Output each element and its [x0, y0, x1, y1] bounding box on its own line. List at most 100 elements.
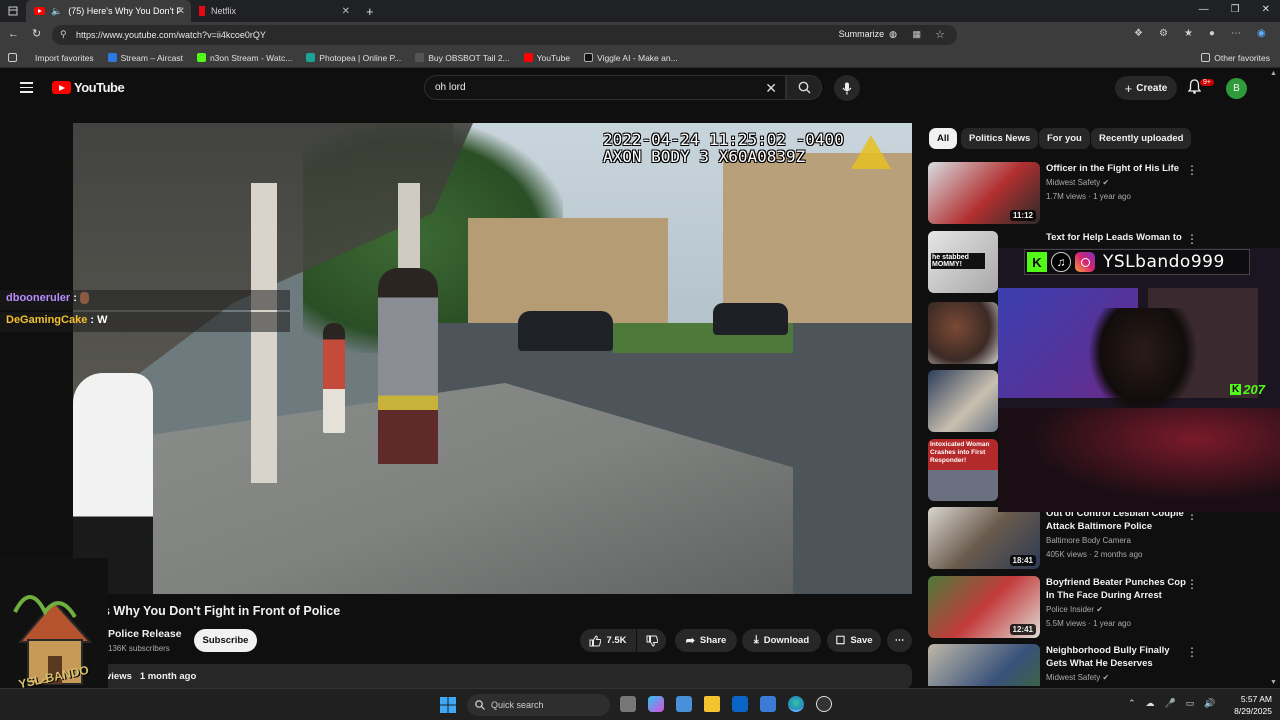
- more-options-icon[interactable]: ⋮: [1186, 163, 1198, 177]
- channel-name[interactable]: Police Release: [108, 628, 182, 640]
- more-actions-button[interactable]: ⋯: [887, 629, 912, 652]
- recommendation-thumbnail[interactable]: he stabbed MOMMY!: [928, 231, 998, 293]
- other-favorites-label: Other favorites: [1214, 52, 1270, 63]
- profile-icon[interactable]: ●: [1209, 28, 1215, 39]
- store-icon[interactable]: [676, 696, 692, 712]
- tab-actions-icon[interactable]: [0, 0, 26, 22]
- favorites-icon[interactable]: ★: [1184, 28, 1193, 39]
- chip-all[interactable]: All: [929, 128, 958, 149]
- summarize-icon: ◍: [889, 29, 897, 39]
- subscribe-button[interactable]: Subscribe: [194, 629, 257, 652]
- speaker-icon[interactable]: 🔈: [51, 6, 62, 17]
- search-button[interactable]: [786, 75, 822, 100]
- recommendation-thumbnail[interactable]: 11:12: [928, 162, 1040, 224]
- display-icon[interactable]: ▭: [1186, 698, 1195, 709]
- recommendation-thumbnail[interactable]: 18:41: [928, 507, 1040, 569]
- chip-for-you[interactable]: For you: [1039, 128, 1090, 149]
- refresh-icon[interactable]: ↻: [32, 27, 41, 40]
- like-count: 7.5K: [606, 635, 627, 646]
- bookmark-item-aircast[interactable]: Stream – Aircast: [107, 53, 183, 63]
- favorite-star-icon[interactable]: ☆: [935, 28, 945, 41]
- new-tab-button[interactable]: +: [366, 4, 374, 19]
- timestamp-line-1: 2022-04-24 11:25:02 -0400: [603, 130, 844, 149]
- bookmark-item-viggle[interactable]: Viggle AI - Make an...: [584, 53, 678, 63]
- chat-emote-icon: [79, 292, 89, 305]
- dislike-button[interactable]: [637, 629, 666, 652]
- close-window-icon[interactable]: ✕: [1262, 4, 1270, 15]
- windows-start-icon[interactable]: [440, 697, 456, 713]
- kick-follower-counter: K 207: [1230, 382, 1265, 397]
- create-button[interactable]: + Create: [1115, 76, 1177, 100]
- obs-icon[interactable]: [816, 696, 832, 712]
- chip-recently-uploaded[interactable]: Recently uploaded: [1091, 128, 1192, 149]
- bookmark-item-photopea[interactable]: Photopea | Online P...: [306, 53, 401, 63]
- recommendation-thumbnail[interactable]: [928, 302, 998, 364]
- browser-essentials-icon[interactable]: ⚙: [1159, 28, 1168, 39]
- recommendation-item[interactable]: 12:41 Boyfriend Beater Punches Cop In Th…: [928, 576, 1268, 640]
- taskbar-clock[interactable]: 5:57 AM 8/29/2025: [1226, 693, 1272, 717]
- save-button[interactable]: ☐ Save: [827, 629, 881, 652]
- edge-icon[interactable]: [788, 696, 804, 712]
- bookmark-item-kick[interactable]: n3on Stream - Watc...: [196, 53, 292, 63]
- bookmark-item-obsbot[interactable]: Buy OBSBOT Tail 2...: [415, 53, 510, 63]
- search-input[interactable]: oh lord ✕: [424, 75, 786, 100]
- file-explorer-icon[interactable]: [704, 696, 720, 712]
- other-favorites[interactable]: Other favorites: [1201, 53, 1270, 63]
- share-button[interactable]: ➦ Share: [675, 629, 737, 652]
- scroll-down-arrow-icon[interactable]: ▼: [1270, 679, 1277, 686]
- aircast-icon: [107, 53, 117, 62]
- save-label: Save: [850, 635, 873, 646]
- recommendation-item[interactable]: 18:41 Out of Control Lesbian Couple Atta…: [928, 507, 1268, 571]
- tray-overflow-icon[interactable]: ⌃: [1128, 698, 1136, 709]
- more-options-icon[interactable]: ⋮: [1186, 577, 1198, 591]
- recommendation-channel: Midwest Safety ✔: [1046, 178, 1110, 187]
- more-options-icon[interactable]: ⋮: [1186, 232, 1198, 246]
- recommendation-thumbnail[interactable]: Intoxicated Woman Crashes into First Res…: [928, 439, 998, 501]
- microphone-icon[interactable]: 🎤: [1165, 698, 1176, 709]
- taskbar-search-input[interactable]: Quick search: [467, 694, 610, 716]
- recommendation-thumbnail[interactable]: [928, 644, 1040, 686]
- recommendation-item[interactable]: Neighborhood Bully Finally Gets What He …: [928, 644, 1268, 686]
- minimize-icon[interactable]: —: [1199, 4, 1209, 15]
- description-box[interactable]: views 1 month ago: [100, 664, 912, 689]
- axon-logo-icon: [851, 135, 891, 169]
- voice-search-button[interactable]: [834, 75, 860, 101]
- bookmark-item-youtube[interactable]: YouTube: [523, 53, 570, 63]
- tab-netflix[interactable]: Netflix ✕: [191, 0, 356, 22]
- youtube-logo[interactable]: YouTube: [52, 80, 125, 95]
- recommendation-thumbnail[interactable]: 12:41: [928, 576, 1040, 638]
- onedrive-icon[interactable]: ☁: [1146, 698, 1155, 709]
- photos-icon[interactable]: [760, 696, 776, 712]
- like-button[interactable]: 7.5K: [580, 629, 636, 652]
- download-button[interactable]: ⤓ Download: [742, 629, 821, 652]
- hamburger-menu-icon[interactable]: [20, 82, 33, 93]
- recommendation-thumbnail[interactable]: [928, 370, 998, 432]
- url-field[interactable]: ⚲ https://www.youtube.com/watch?v=ii4kco…: [52, 25, 957, 45]
- close-tab-icon[interactable]: ✕: [177, 6, 185, 17]
- extensions-icon[interactable]: ❖: [1134, 28, 1143, 39]
- account-avatar[interactable]: B: [1226, 78, 1247, 99]
- restore-icon[interactable]: ❐: [1231, 4, 1240, 15]
- tab-youtube[interactable]: 🔈 (75) Here's Why You Don't F ✕: [26, 0, 191, 22]
- chip-politics-news[interactable]: Politics News: [961, 128, 1039, 149]
- summarize-button[interactable]: Summarize ◍: [839, 29, 897, 40]
- video-player[interactable]: 2022-04-24 11:25:02 -0400 AXON BODY 3 X6…: [73, 123, 912, 594]
- copilot-icon[interactable]: ◉: [1257, 28, 1266, 39]
- read-aloud-icon[interactable]: ▦: [912, 29, 921, 40]
- more-options-icon[interactable]: ⋮: [1186, 645, 1198, 659]
- scroll-up-arrow-icon[interactable]: ▲: [1270, 70, 1278, 77]
- site-info-icon[interactable]: ⚲: [60, 29, 67, 40]
- task-view-icon[interactable]: [620, 696, 636, 712]
- bookmark-label: Viggle AI - Make an...: [597, 52, 678, 63]
- search-value: oh lord: [435, 82, 466, 93]
- bookmark-item-import[interactable]: Import favorites: [8, 53, 94, 63]
- more-menu-icon[interactable]: ⋯: [1231, 28, 1241, 39]
- outlook-icon[interactable]: [732, 696, 748, 712]
- copilot-app-icon[interactable]: [648, 696, 664, 712]
- back-icon[interactable]: ←: [8, 28, 19, 40]
- clear-search-icon[interactable]: ✕: [765, 80, 777, 97]
- close-tab-icon[interactable]: ✕: [342, 6, 350, 17]
- volume-icon[interactable]: 🔊: [1204, 698, 1215, 709]
- video-pillar: [251, 183, 277, 483]
- recommendation-item[interactable]: 11:12 Officer in the Fight of His Life M…: [928, 162, 1268, 226]
